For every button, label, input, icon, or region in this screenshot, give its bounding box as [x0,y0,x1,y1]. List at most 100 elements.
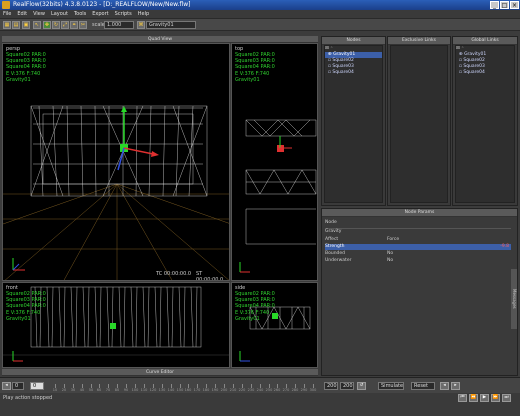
close-button[interactable]: × [510,1,519,9]
exclusive-links-list[interactable] [390,45,448,203]
menu-help[interactable]: Help [135,10,152,19]
menu-file[interactable]: File [0,10,14,19]
rotate-tool-icon[interactable]: ↻ [52,21,60,29]
start-frame-field[interactable]: 0 [12,382,24,390]
timeline-tick-label: 60 [96,388,102,392]
strength-value: -9.8 [500,244,509,249]
timeline-tick-label: 230 [247,388,255,392]
last-frame-icon[interactable]: ⏭ [502,394,511,402]
new-scene-icon[interactable]: ▦ [3,21,11,29]
global-item-square04[interactable]: ▫ Square04 [456,70,514,76]
timeline-tick-label: 210 [229,388,237,392]
timeline-tick-label: 40 [79,388,85,392]
timeline-tick-label: 70 [105,388,111,392]
loop-icon[interactable]: ↺ [357,382,366,390]
timeline-tick-label: 140 [167,388,175,392]
nodes-list: ⊟ ◦ ⊕ Gravity01 ▫ Square02 ▫ Square03 ▫ … [324,45,383,203]
toolbar: ▦ ▤ ▣ ↖ ✥ ↻ ⤢ ⚭ ✂ scale 1.000 ⌘ Gravity0… [0,19,520,31]
param-row-underwater[interactable]: Underwater No [325,258,511,264]
nodes-panel: Nodes ⊟ ◦ ⊕ Gravity01 ▫ Square02 ▫ Squar… [321,36,386,206]
end-frame-field[interactable]: 200 [324,382,338,390]
timeline: ◂ 0 0 10 20 30 40 50 60 70 80 90 100 110 120 130 140 1… [0,377,520,393]
menu-bar: File Edit View Layout Tools Export Scripts Help [0,10,520,19]
node-item-square04[interactable]: ▫ Square04 [325,70,382,76]
param-row-affect[interactable]: Affect Force [325,237,511,243]
play-icon[interactable]: ▸ [451,382,460,390]
timeline-tick-label: 120 [149,388,157,392]
simulate-dropdown[interactable]: Simulate [378,382,404,390]
persp-st: ST 00:00:00.0 [196,271,224,281]
exclusive-links-panel: Exclusive Links [387,36,451,206]
timeline-tick-label: 90 [123,388,129,392]
menu-scripts[interactable]: Scripts [112,10,135,19]
persp-tc: TC 00:00:00.0 [156,271,192,277]
timeline-tick-label: 10 [52,388,58,392]
top-stats: Square02 PAR:0 Square03 PAR:0 Square04 PAR… [235,52,275,83]
step-back-icon[interactable]: ◂ [440,382,449,390]
active-object-field[interactable]: Gravity01 [146,21,196,29]
nodes-panel-header: Nodes [322,37,385,45]
select-tool-icon[interactable]: ↖ [33,21,41,29]
play-forward-icon[interactable]: ▶ [480,394,489,402]
persp-stats: Square02 PAR:0 Square03 PAR:0 Square04 PAR… [6,52,46,83]
timeline-tick-label: 30 [70,388,76,392]
save-scene-icon[interactable]: ▣ [22,21,30,29]
timeline-ruler[interactable]: 10 20 30 40 50 60 70 80 90 100 110 120 130 140 150 160 1… [46,378,322,394]
timeline-tick-label: 110 [140,388,148,392]
timeline-tick-label: 100 [131,388,139,392]
timeline-tick-label: 220 [238,388,246,392]
timeline-tick-label: 80 [114,388,120,392]
front-stats: Square02 PAR:0 Square03 PAR:0 Square04 PAR… [6,291,46,322]
timeline-tick-label: 150 [176,388,184,392]
go-start-icon[interactable]: ◂ [2,382,11,390]
status-message: Play action stopped [3,395,53,401]
exclusive-links-header: Exclusive Links [388,37,450,45]
front-viewport[interactable]: front Square02 PAR:0 Square03 PAR:0 Square… [2,282,230,368]
param-row-bounded[interactable]: Bounded No [325,251,511,257]
scale-tool-icon[interactable]: ⤢ [61,21,69,29]
scale-field[interactable]: 1.000 [104,21,134,29]
curve-editor-header[interactable]: Curve Editor [2,369,318,376]
open-scene-icon[interactable]: ▤ [12,21,20,29]
side-viewport[interactable]: side Square02 PAR:0 Square03 PAR:0 Square0… [231,282,318,368]
prev-frame-icon[interactable]: ⏪ [469,394,478,402]
persp-viewport[interactable]: persp Square02 PAR:0 Square03 PAR:0 Square… [2,43,230,281]
menu-layout[interactable]: Layout [48,10,71,19]
status-bar: Play action stopped ⏮ ⏪ ▶ ⏩ ⏭ [0,393,520,416]
current-frame-field[interactable]: 0 [30,382,44,390]
menu-export[interactable]: Export [89,10,111,19]
lock-icon[interactable]: ⌘ [137,21,145,29]
param-row-strength[interactable]: Strength -9.8 [325,244,511,250]
timeline-tick-label: 170 [193,388,201,392]
timeline-tick-label: 280 [291,388,299,392]
unlink-tool-icon[interactable]: ✂ [79,21,87,29]
messages-side-tab[interactable]: Messages [511,269,517,329]
node-params-header: Node Params [322,209,517,217]
reset-dropdown[interactable]: Reset [411,382,435,390]
timeline-tick-label: 130 [158,388,166,392]
app-icon [2,1,10,9]
menu-view[interactable]: View [30,10,48,19]
global-links-header: Global Links [453,37,517,45]
title-bar: RealFlow(32bits) 4.3.8.0123 - [D:_REALFL… [0,0,520,10]
timeline-tick-label: 50 [88,388,94,392]
window-title: RealFlow(32bits) 4.3.8.0123 - [D:_REALFL… [13,1,191,8]
next-frame-icon[interactable]: ⏩ [491,394,500,402]
scale-label: scale [92,22,105,28]
param-row-gravity: Gravity [325,228,511,235]
global-links-panel: Global Links ⊟ ◦ ⊕ Gravity01 ▫ Square02 … [452,36,518,206]
timeline-tick-label: 20 [61,388,67,392]
global-links-list: ⊟ ◦ ⊕ Gravity01 ▫ Square02 ▫ Square03 ▫ … [455,45,515,203]
menu-tools[interactable]: Tools [71,10,89,19]
quad-view-header: Quad View [2,36,318,43]
maximize-button[interactable]: □ [500,1,509,9]
menu-edit[interactable]: Edit [14,10,30,19]
top-viewport[interactable]: top Square02 PAR:0 Square03 PAR:0 Square04… [231,43,318,281]
side-stats: Square02 PAR:0 Square03 PAR:0 Square04 PAR… [235,291,275,322]
end-frame-b-field[interactable]: 200 [340,382,354,390]
first-frame-icon[interactable]: ⏮ [458,394,467,402]
minimize-button[interactable]: _ [490,1,499,9]
move-tool-icon[interactable]: ✥ [43,21,51,29]
link-tool-icon[interactable]: ⚭ [70,21,78,29]
timeline-tick-label: 160 [184,388,192,392]
